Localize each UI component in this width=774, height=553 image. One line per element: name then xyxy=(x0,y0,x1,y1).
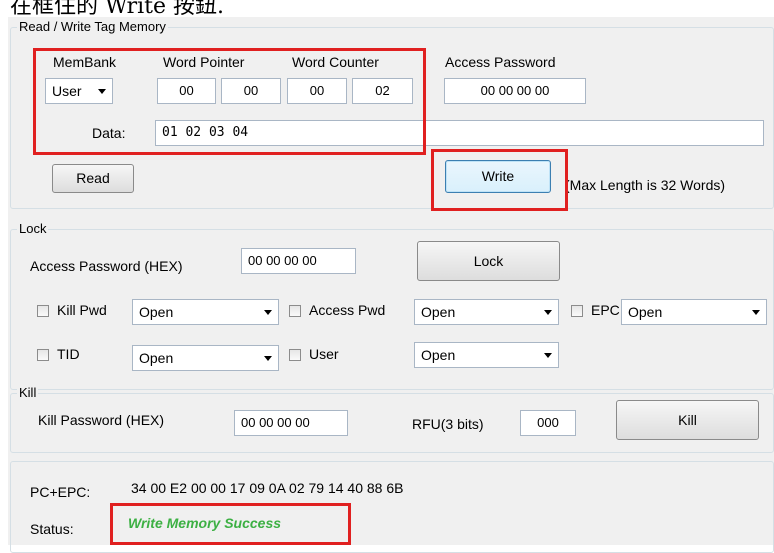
epc-checkbox[interactable] xyxy=(571,305,583,317)
tid-select[interactable]: Open xyxy=(132,345,279,371)
membank-select[interactable]: User xyxy=(45,78,113,104)
user-select-value: Open xyxy=(421,347,456,363)
kill-pwd-checkbox[interactable] xyxy=(37,305,49,317)
data-input[interactable]: 01 02 03 04 xyxy=(155,120,764,146)
access-password-input[interactable]: 00 00 00 00 xyxy=(444,78,586,104)
top-caption: 在框住的 Write 按鈕. xyxy=(10,0,225,16)
word-pointer-low-input[interactable]: 00 xyxy=(221,78,281,104)
data-label: Data: xyxy=(92,125,126,141)
chevron-down-icon xyxy=(544,353,552,358)
kill-password-label: Kill Password (HEX) xyxy=(38,412,165,428)
chevron-down-icon xyxy=(264,310,272,315)
lock-access-password-input[interactable]: 00 00 00 00 xyxy=(241,248,356,274)
lock-title: Lock xyxy=(17,221,49,237)
chevron-down-icon xyxy=(98,89,106,94)
rfu-input[interactable]: 000 xyxy=(520,410,576,436)
tid-select-value: Open xyxy=(139,350,174,366)
user-label: User xyxy=(309,346,339,362)
rfu-label: RFU(3 bits) xyxy=(412,416,484,432)
access-pwd-select-value: Open xyxy=(421,304,456,320)
write-button[interactable]: Write xyxy=(445,160,551,193)
chevron-down-icon xyxy=(264,356,272,361)
user-select[interactable]: Open xyxy=(414,342,559,368)
word-counter-high-input[interactable]: 00 xyxy=(287,78,347,104)
word-pointer-high-input[interactable]: 00 xyxy=(157,78,216,104)
kill-password-input[interactable]: 00 00 00 00 xyxy=(234,410,348,436)
pc-epc-label: PC+EPC: xyxy=(30,484,91,500)
lock-button[interactable]: Lock xyxy=(417,241,560,281)
user-checkbox[interactable] xyxy=(289,349,301,361)
epc-select-value: Open xyxy=(628,304,663,320)
epc-label: EPC xyxy=(591,302,620,318)
top-caption-strip: 在框住的 Write 按鈕. xyxy=(0,0,774,16)
chevron-down-icon xyxy=(752,310,760,315)
read-write-title: Read / Write Tag Memory xyxy=(17,19,168,35)
access-pwd-checkbox[interactable] xyxy=(289,305,301,317)
pc-epc-value: 34 00 E2 00 00 17 09 0A 02 79 14 40 88 6… xyxy=(131,480,404,496)
word-pointer-label: Word Pointer xyxy=(163,54,245,70)
read-button[interactable]: Read xyxy=(52,164,134,193)
kill-pwd-label: Kill Pwd xyxy=(57,302,107,318)
access-pwd-label: Access Pwd xyxy=(309,302,386,318)
word-counter-low-input[interactable]: 02 xyxy=(352,78,413,104)
word-counter-label: Word Counter xyxy=(292,54,379,70)
tid-checkbox[interactable] xyxy=(37,349,49,361)
chevron-down-icon xyxy=(544,310,552,315)
info-group xyxy=(10,461,774,553)
kill-button[interactable]: Kill xyxy=(616,400,759,440)
main-panel: Read / Write Tag Memory MemBank Word Poi… xyxy=(8,17,774,553)
kill-title: Kill xyxy=(17,385,39,401)
kill-pwd-select[interactable]: Open xyxy=(132,299,279,325)
epc-select[interactable]: Open xyxy=(621,299,767,325)
tid-label: TID xyxy=(57,346,80,362)
status-label: Status: xyxy=(30,521,74,537)
membank-label: MemBank xyxy=(53,54,117,70)
membank-select-value: User xyxy=(52,83,82,99)
access-pwd-select[interactable]: Open xyxy=(414,299,559,325)
kill-pwd-select-value: Open xyxy=(139,304,174,320)
max-length-note: (Max Length is 32 Words) xyxy=(565,177,726,193)
status-value: Write Memory Success xyxy=(128,515,282,531)
access-password-label: Access Password xyxy=(445,54,556,70)
lock-access-password-label: Access Password (HEX) xyxy=(30,258,183,274)
